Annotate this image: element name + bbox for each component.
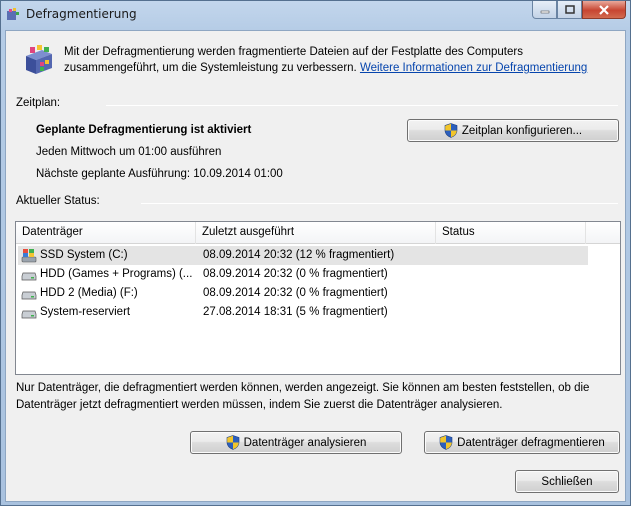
uac-shield-icon xyxy=(444,123,458,138)
uac-shield-icon xyxy=(439,435,453,450)
window-title: Defragmentierung xyxy=(26,7,137,21)
close-window-button[interactable] xyxy=(582,1,626,19)
status-separator xyxy=(141,203,618,204)
defrag-app-icon xyxy=(26,45,52,74)
drive-status xyxy=(443,284,583,303)
defragment-disk-button[interactable]: Datenträger defragmentieren xyxy=(424,431,620,454)
disk-list-header: Datenträger Zuletzt ausgeführt Status xyxy=(16,222,620,244)
schedule-status: Geplante Defragmentierung ist aktiviert xyxy=(36,124,252,136)
title-bar[interactable]: Defragmentierung xyxy=(1,1,630,29)
disk-row[interactable]: HDD (Games + Programs) (... 08.09.2014 2… xyxy=(18,265,588,284)
uac-shield-icon xyxy=(226,435,239,450)
close-icon xyxy=(599,4,609,15)
maximize-icon xyxy=(564,5,575,14)
drive-last-run: 27.08.2014 18:31 (5 % fragmentiert) xyxy=(203,306,388,318)
drive-name: HDD 2 (Media) (F:) xyxy=(40,287,138,299)
close-button-label: Schließen xyxy=(541,475,593,488)
hard-drive-icon xyxy=(21,272,37,281)
next-run: Nächste geplante Ausführung: 10.09.2014 … xyxy=(36,168,283,180)
column-header-status[interactable]: Status xyxy=(436,222,586,244)
analyze-disk-label: Datenträger analysieren xyxy=(243,436,367,449)
configure-schedule-label: Zeitplan konfigurieren... xyxy=(461,124,583,137)
drive-name: SSD System (C:) xyxy=(40,249,128,261)
drive-status xyxy=(443,246,583,265)
drive-last-run: 08.09.2014 20:32 (12 % fragmentiert) xyxy=(203,249,395,261)
hard-drive-icon xyxy=(21,291,37,300)
configure-schedule-button[interactable]: Zeitplan konfigurieren... xyxy=(407,119,619,142)
disk-list[interactable]: Datenträger Zuletzt ausgeführt Status SS… xyxy=(15,221,621,375)
dialog-content: Mit der Defragmentierung werden fragment… xyxy=(5,30,626,502)
maximize-button[interactable] xyxy=(557,1,582,19)
defrag-title-icon xyxy=(7,8,19,20)
drive-status xyxy=(443,265,583,284)
hard-drive-icon xyxy=(21,310,37,319)
column-header-last-run[interactable]: Zuletzt ausgeführt xyxy=(196,222,436,244)
current-status-label: Aktueller Status: xyxy=(16,195,100,207)
column-header-drive[interactable]: Datenträger xyxy=(16,222,196,244)
intro-text-block: Mit der Defragmentierung werden fragment… xyxy=(64,44,619,76)
system-drive-icon xyxy=(21,249,37,263)
disk-row[interactable]: System-reserviert 27.08.2014 18:31 (5 % … xyxy=(18,303,588,322)
drive-name: System-reserviert xyxy=(40,306,131,318)
drive-name: HDD (Games + Programs) (... xyxy=(40,268,193,280)
defragment-disk-label: Datenträger defragmentieren xyxy=(457,436,605,449)
schedule-when: Jeden Mittwoch um 01:00 ausführen xyxy=(36,146,222,158)
defrag-window: Defragmentierung Mit der Defragmentierun… xyxy=(0,0,631,506)
drive-last-run: 08.09.2014 20:32 (0 % fragmentiert) xyxy=(203,287,388,299)
caption-buttons xyxy=(532,1,626,19)
more-info-link[interactable]: Weitere Informationen zur Defragmentieru… xyxy=(360,62,587,74)
minimize-icon xyxy=(540,10,549,13)
close-button[interactable]: Schließen xyxy=(515,470,619,493)
footer-note: Nur Datenträger, die defragmentiert werd… xyxy=(16,382,590,411)
disk-row[interactable]: HDD 2 (Media) (F:) 08.09.2014 20:32 (0 %… xyxy=(18,284,588,303)
schedule-separator xyxy=(106,105,618,106)
minimize-button[interactable] xyxy=(532,1,557,19)
disk-row[interactable]: SSD System (C:) 08.09.2014 20:32 (12 % f… xyxy=(18,246,588,265)
schedule-label: Zeitplan: xyxy=(16,97,61,109)
drive-last-run: 08.09.2014 20:32 (0 % fragmentiert) xyxy=(203,268,388,280)
analyze-disk-button[interactable]: Datenträger analysieren xyxy=(190,431,402,454)
drive-status xyxy=(443,303,583,322)
